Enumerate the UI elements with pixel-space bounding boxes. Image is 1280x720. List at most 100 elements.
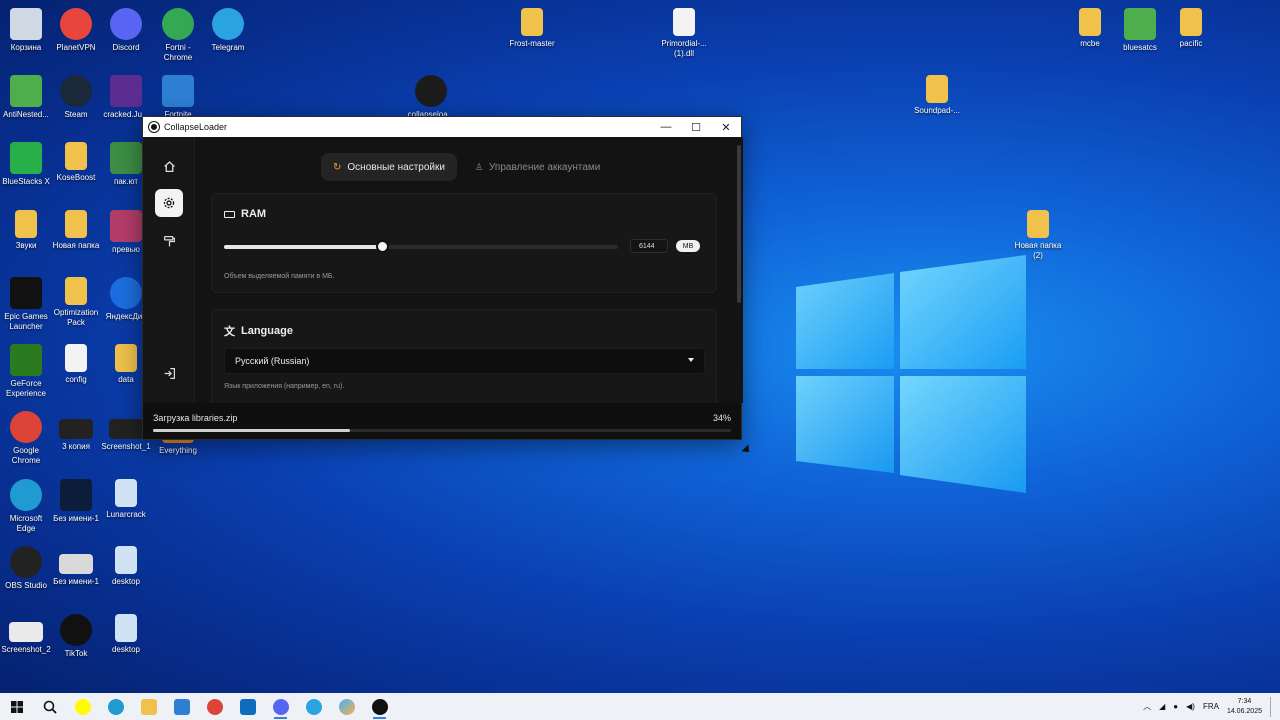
logout-icon[interactable] bbox=[155, 359, 183, 387]
desktop-icon-label: TikTok bbox=[64, 649, 88, 658]
minimize-button[interactable]: — bbox=[651, 117, 681, 137]
desktop-icon[interactable]: mcbe bbox=[1064, 8, 1116, 49]
desktop-icon[interactable]: Optimization Pack bbox=[50, 277, 102, 328]
archive-icon bbox=[10, 75, 42, 107]
desktop-icon[interactable]: Steam bbox=[50, 75, 102, 120]
ram-value-input[interactable]: 6144 bbox=[630, 239, 668, 253]
desktop-icon[interactable]: Soundpad-... bbox=[911, 75, 963, 116]
folder-icon bbox=[65, 142, 87, 170]
desktop-icon[interactable]: OBS Studio bbox=[0, 546, 52, 591]
desktop-icon[interactable]: bluesatcs bbox=[1114, 8, 1166, 53]
folder-icon bbox=[521, 8, 543, 36]
microphone-icon[interactable]: ● bbox=[1173, 702, 1178, 711]
snapchat-taskbar-icon[interactable] bbox=[66, 693, 99, 720]
copilot-taskbar-icon[interactable] bbox=[330, 693, 363, 720]
content-scrollbar[interactable] bbox=[737, 145, 741, 303]
desktop-icon[interactable]: cracked.Ju... bbox=[100, 75, 152, 120]
network-icon[interactable]: ◢ bbox=[1159, 702, 1165, 711]
windows-logo-wallpaper bbox=[796, 255, 1026, 493]
language-hint: Язык приложения (например, en, ru). bbox=[224, 383, 345, 390]
folder-icon bbox=[65, 277, 87, 305]
desktop-icon[interactable]: Discord bbox=[100, 8, 152, 53]
system-tray: ︿ ◢ ● ◀) FRA 7:34 14.06.2025 bbox=[1143, 693, 1274, 720]
desktop-icon[interactable]: 3 копия bbox=[50, 411, 102, 452]
discord-icon bbox=[110, 8, 142, 40]
desktop-icon[interactable]: Epic Games Launcher bbox=[0, 277, 52, 332]
desktop-icon[interactable]: Fortni - Chrome bbox=[152, 8, 204, 63]
start-button[interactable] bbox=[0, 693, 33, 720]
input-language[interactable]: FRA bbox=[1203, 702, 1219, 711]
search-icon[interactable] bbox=[33, 693, 66, 720]
desktop-icon[interactable]: BlueStacks X bbox=[0, 142, 52, 187]
tab-main-settings[interactable]: ↻ Основные настройки bbox=[321, 153, 457, 181]
edge-taskbar-icon[interactable] bbox=[99, 693, 132, 720]
ram-slider[interactable] bbox=[224, 240, 618, 253]
desktop-icon[interactable]: Frost-master bbox=[506, 8, 558, 49]
tab-account-management[interactable]: ♙ Управление аккаунтами bbox=[463, 153, 612, 181]
desktop-icon[interactable]: Lunarcrack bbox=[100, 479, 152, 520]
chrome-taskbar-icon[interactable] bbox=[198, 693, 231, 720]
desktop-icon[interactable]: Fortnite bbox=[152, 75, 204, 120]
explorer-taskbar-icon[interactable] bbox=[132, 693, 165, 720]
notifications-icon[interactable] bbox=[1270, 696, 1274, 717]
desktop-icon-label: Primordial-... (1).dll bbox=[661, 39, 707, 58]
desktop-icon-label: Без имени-1 bbox=[53, 577, 99, 586]
desktop-icon[interactable]: pacific bbox=[1165, 8, 1217, 49]
desktop-icon-label: Steam bbox=[64, 110, 88, 119]
desktop-icon[interactable]: Без имени-1 bbox=[50, 479, 102, 524]
folder-icon bbox=[15, 210, 37, 238]
collapseloader-taskbar-icon[interactable] bbox=[363, 693, 396, 720]
desktop-icon[interactable]: desktop bbox=[100, 546, 152, 587]
desktop-icon[interactable]: AntiNested... bbox=[0, 75, 52, 120]
desktop-icon[interactable]: Screenshot_2 bbox=[0, 614, 52, 655]
desktop-icon[interactable]: collapseloa... bbox=[405, 75, 457, 120]
maximize-button[interactable]: ☐ bbox=[681, 117, 711, 137]
image-icon bbox=[110, 210, 142, 242]
tab-label: Основные настройки bbox=[347, 161, 445, 173]
desktop-icon[interactable]: Telegram bbox=[202, 8, 254, 53]
window-titlebar[interactable]: CollapseLoader — ☐ ✕ bbox=[143, 117, 741, 137]
close-button[interactable]: ✕ bbox=[711, 117, 741, 137]
download-progress-fill bbox=[153, 429, 350, 432]
store-taskbar-icon[interactable] bbox=[165, 693, 198, 720]
desktop-icon[interactable]: config bbox=[50, 344, 102, 385]
desktop-icon[interactable]: Google Chrome bbox=[0, 411, 52, 466]
desktop-icon[interactable]: Звуки bbox=[0, 210, 52, 251]
window-title: CollapseLoader bbox=[164, 122, 228, 132]
desktop-icon[interactable]: GeForce Experience bbox=[0, 344, 52, 399]
desktop-icon[interactable]: Microsoft Edge bbox=[0, 479, 52, 534]
nvidia-icon bbox=[10, 344, 42, 376]
desktop-icon[interactable]: PlanetVPN bbox=[50, 8, 102, 53]
settings-gear-icon[interactable] bbox=[155, 189, 183, 217]
ram-slider-fill bbox=[224, 245, 382, 249]
desktop-icon[interactable]: Без имени-1 bbox=[50, 546, 102, 587]
volume-icon[interactable]: ◀) bbox=[1186, 702, 1195, 711]
ram-card: RAM 6144 MB Объем выделяемой памяти в МБ… bbox=[211, 193, 717, 293]
telegram-taskbar-icon[interactable] bbox=[297, 693, 330, 720]
outlook-taskbar-icon[interactable] bbox=[231, 693, 264, 720]
home-icon[interactable] bbox=[155, 152, 183, 180]
desktop-icon-label: Fortni - Chrome bbox=[163, 43, 193, 62]
desktop-icon-label: Telegram bbox=[211, 43, 245, 52]
desktop-icon[interactable]: desktop bbox=[100, 614, 152, 655]
ram-title-text: RAM bbox=[241, 208, 267, 220]
ram-title: RAM bbox=[224, 208, 266, 220]
archive-icon bbox=[110, 142, 142, 174]
download-percent: 34% bbox=[712, 413, 731, 423]
desktop-icon[interactable]: TikTok bbox=[50, 614, 102, 659]
desktop-icon[interactable]: Новая папка bbox=[50, 210, 102, 251]
clock-time: 7:34 bbox=[1237, 697, 1252, 705]
tiktok-icon bbox=[60, 614, 92, 646]
desktop-icon[interactable]: Primordial-... (1).dll bbox=[658, 8, 710, 59]
desktop-icon[interactable]: Корзина bbox=[0, 8, 52, 53]
chevron-up-icon[interactable]: ︿ bbox=[1143, 701, 1151, 712]
desktop-icon[interactable]: KoseBoost bbox=[50, 142, 102, 183]
user-icon: ♙ bbox=[474, 161, 484, 172]
clock[interactable]: 7:34 14.06.2025 bbox=[1227, 697, 1262, 717]
ram-slider-thumb[interactable] bbox=[375, 240, 389, 253]
folder-icon bbox=[1079, 8, 1101, 36]
language-select[interactable]: Русский (Russian) bbox=[224, 348, 705, 374]
paint-roller-icon[interactable] bbox=[155, 227, 183, 255]
desktop-icon[interactable]: Новая папка (2) bbox=[1012, 210, 1064, 261]
discord-taskbar-icon[interactable] bbox=[264, 693, 297, 720]
